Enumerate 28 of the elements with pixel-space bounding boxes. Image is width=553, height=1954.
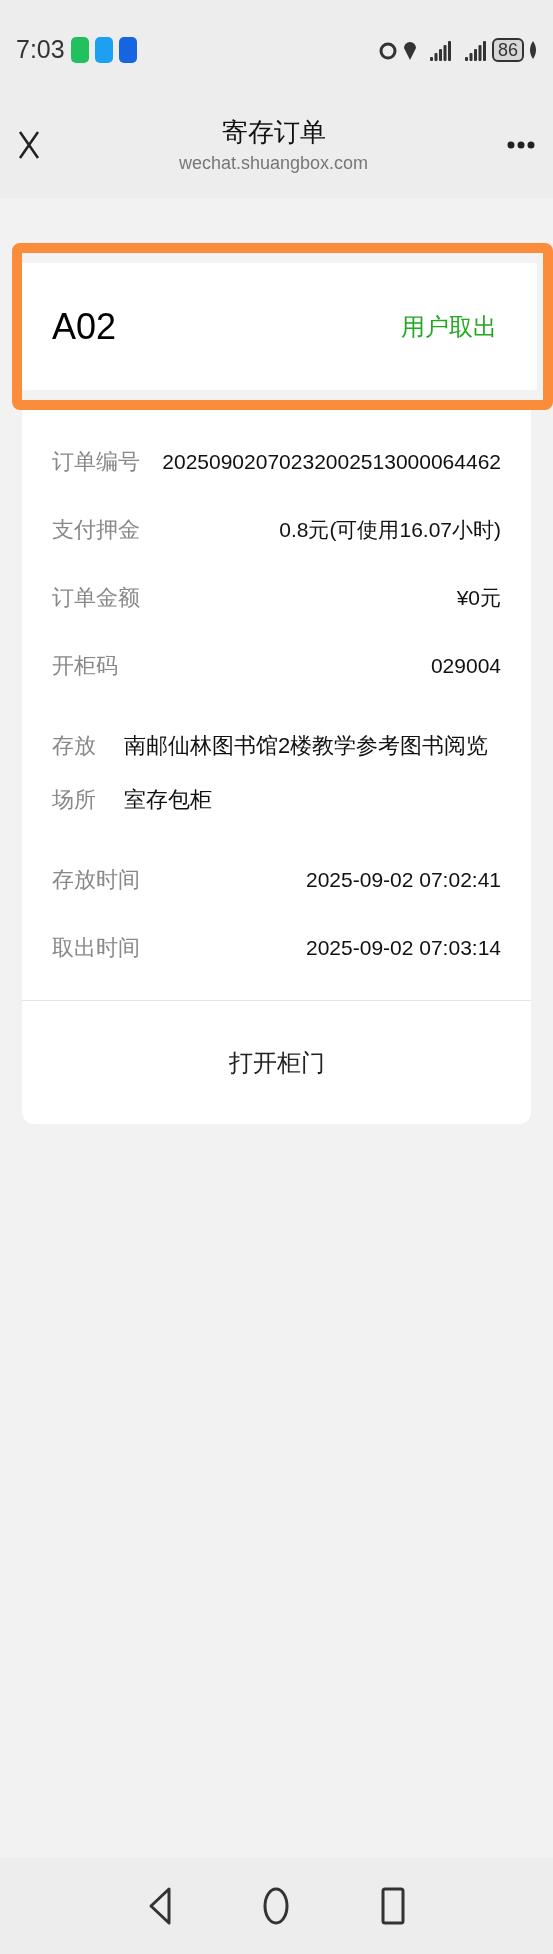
detail-value: 南邮仙林图书馆2楼教学参考图书阅览室存包柜 [124, 732, 490, 814]
detail-label: 存放场所 [52, 732, 97, 814]
back-icon[interactable] [147, 1886, 172, 1926]
open-door-button[interactable]: 打开柜门 [22, 1001, 531, 1124]
status-time: 7:03 [16, 34, 65, 66]
detail-value: 029004 [430, 653, 501, 679]
detail-value: ¥0元 [456, 585, 501, 611]
detail-value: 20250902070232002513000064462 [162, 449, 501, 475]
detail-label: 取出时间 [52, 934, 140, 962]
detail-label: 开柜码 [52, 652, 118, 680]
detail-value: 2025-09-02 07:03:14 [306, 935, 501, 961]
locker-code: A02 [52, 304, 117, 349]
page-url: wechat.shuangbox.com [178, 151, 369, 175]
detail-label: 订单金额 [52, 584, 140, 612]
close-icon[interactable] [18, 130, 40, 160]
page-title: 寄存订单 [221, 115, 326, 149]
battery-level: 86 [491, 38, 524, 62]
detail-label: 支付押金 [52, 516, 140, 544]
detail-label: 订单编号 [52, 448, 140, 476]
location-icon [402, 39, 417, 61]
recent-apps-icon[interactable] [379, 1886, 406, 1926]
order-status: 用户取出 [401, 311, 497, 342]
detail-label: 存放时间 [52, 866, 140, 894]
leaf-icon [529, 41, 537, 59]
more-icon[interactable] [507, 141, 535, 149]
home-icon[interactable] [261, 1886, 290, 1926]
detail-value: 0.8元(可使用16.07小时) [279, 517, 501, 543]
detail-value: 2025-09-02 07:02:41 [306, 867, 501, 893]
